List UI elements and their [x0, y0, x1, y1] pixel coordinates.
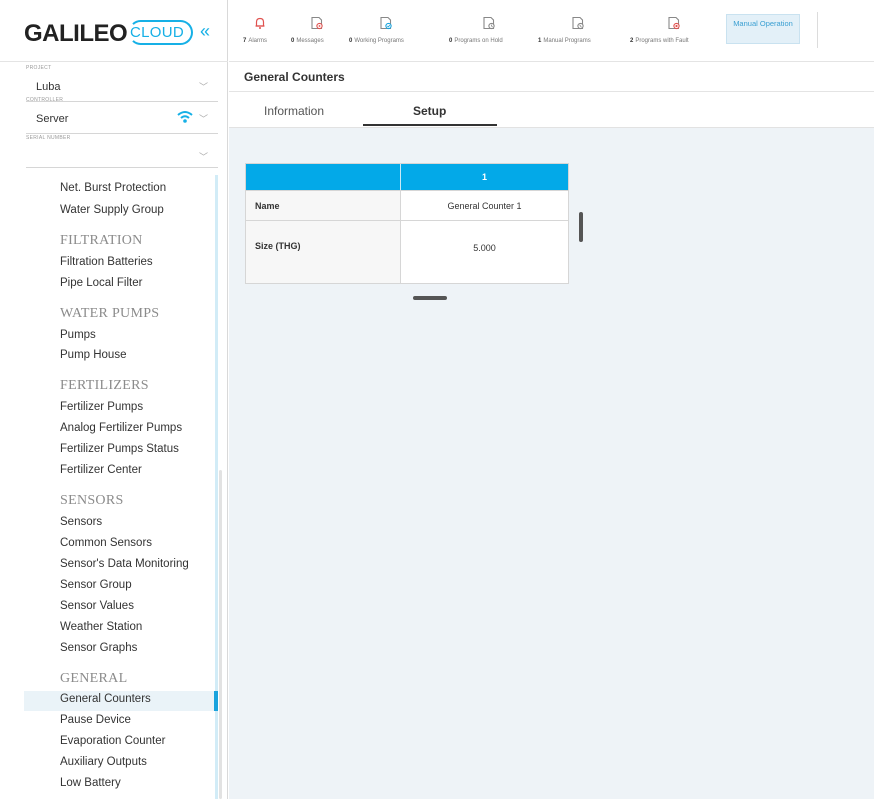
manual-operation-button[interactable]: Manual Operation	[726, 14, 800, 44]
grid-horizontal-scrollbar[interactable]	[413, 296, 447, 300]
sidebar-item-fertilizer-pumps-status[interactable]: Fertilizer Pumps Status	[60, 443, 179, 455]
sidebar-item-pumps[interactable]: Pumps	[60, 329, 96, 341]
brand-product: CLOUD	[130, 24, 185, 41]
sidebar-group-general: GENERAL	[60, 671, 128, 686]
messages-count: 0	[291, 38, 295, 44]
sidebar-group-water-pumps: WATER PUMPS	[60, 306, 160, 321]
sidebar-group-fertilizers: FERTILIZERS	[60, 378, 149, 393]
table-row: Size (THG) 5.000	[246, 220, 568, 283]
working-programs-count: 0	[349, 38, 353, 44]
controller-select[interactable]: CONTROLLER Server ﹀	[26, 97, 218, 134]
sidebar-item-sensors-data-monitoring[interactable]: Sensor's Data Monitoring	[60, 558, 189, 570]
grid-column-header: 1	[400, 164, 568, 190]
manual-programs-count: 1	[538, 38, 542, 44]
sidebar-item-fertilizer-pumps[interactable]: Fertilizer Pumps	[60, 401, 143, 413]
sidebar-group-sensors: SENSORS	[60, 493, 124, 508]
programs-with-fault-count: 2	[630, 38, 634, 44]
active-item-indicator	[214, 691, 218, 711]
sidebar-item-net-burst-protection[interactable]: Net. Burst Protection	[60, 182, 166, 194]
table-row: Name General Counter 1	[246, 190, 568, 220]
programs-on-hold-status[interactable]: 0 Programs on Hold	[449, 0, 529, 62]
tab-bar: Information Setup	[229, 92, 874, 128]
messages-status[interactable]: 0 Messages	[291, 0, 345, 62]
programs-on-hold-count: 0	[449, 38, 453, 44]
chevron-down-icon: ﹀	[198, 152, 208, 162]
manual-programs-label: Manual Programs	[543, 38, 591, 44]
program-working-icon	[380, 16, 392, 30]
collapse-sidebar-icon[interactable]: «	[200, 21, 210, 42]
serial-number-label: SERIAL NUMBER	[26, 135, 71, 141]
controller-value: Server	[36, 113, 69, 125]
sidebar: GALILEO CLOUD « PROJECT Luba ﹀ CONTROLLE…	[0, 0, 228, 799]
working-programs-status[interactable]: 0 Working Programs	[349, 0, 425, 62]
sidebar-item-sensor-group[interactable]: Sensor Group	[60, 579, 132, 591]
programs-on-hold-label: Programs on Hold	[454, 38, 503, 44]
counter-size-cell[interactable]: 5.000	[400, 221, 568, 283]
program-manual-icon	[572, 16, 584, 30]
alarms-count: 7	[243, 38, 247, 44]
programs-with-fault-label: Programs with Fault	[635, 38, 689, 44]
sidebar-item-filtration-batteries[interactable]: Filtration Batteries	[60, 256, 153, 268]
logo-row: GALILEO CLOUD «	[0, 0, 228, 62]
row-label-size: Size (THG)	[246, 221, 400, 283]
manual-programs-status[interactable]: 1 Manual Programs	[538, 0, 618, 62]
sidebar-item-pipe-local-filter[interactable]: Pipe Local Filter	[60, 277, 142, 289]
sidebar-item-weather-station[interactable]: Weather Station	[60, 621, 142, 633]
tab-information[interactable]: Information	[264, 104, 324, 118]
wifi-icon	[177, 111, 193, 123]
message-icon	[311, 16, 323, 30]
serial-number-select[interactable]: SERIAL NUMBER ﹀	[26, 135, 218, 168]
sidebar-item-sensor-graphs[interactable]: Sensor Graphs	[60, 642, 137, 654]
working-programs-label: Working Programs	[354, 38, 404, 44]
sidebar-item-fertilizer-center[interactable]: Fertilizer Center	[60, 464, 142, 476]
topbar-divider	[817, 12, 818, 48]
project-label: PROJECT	[26, 65, 52, 71]
sidebar-item-low-battery[interactable]: Low Battery	[60, 777, 121, 789]
sidebar-item-water-supply-group[interactable]: Water Supply Group	[60, 204, 164, 216]
row-label-name: Name	[246, 191, 400, 220]
page-title: General Counters	[244, 70, 345, 84]
grid-header: 1	[246, 164, 568, 190]
messages-label: Messages	[296, 38, 324, 44]
sidebar-item-general-counters[interactable]: General Counters	[60, 693, 151, 705]
top-status-bar: 7 Alarms 0 Messages 0 Working Programs 0 Pro…	[229, 0, 874, 62]
brand-name: GALILEO	[24, 20, 128, 47]
sidebar-item-sensors[interactable]: Sensors	[60, 516, 102, 528]
project-value: Luba	[36, 81, 61, 93]
counter-name-cell[interactable]: General Counter 1	[400, 191, 568, 220]
sidebar-item-sensor-values[interactable]: Sensor Values	[60, 600, 134, 612]
grid-vertical-scrollbar[interactable]	[579, 212, 583, 242]
sidebar-item-common-sensors[interactable]: Common Sensors	[60, 537, 152, 549]
tab-setup[interactable]: Setup	[413, 104, 446, 118]
controller-label: CONTROLLER	[26, 97, 64, 103]
sidebar-item-analog-fertilizer-pumps[interactable]: Analog Fertilizer Pumps	[60, 422, 182, 434]
active-tab-underline	[363, 124, 497, 126]
program-fault-icon	[668, 16, 680, 30]
chevron-down-icon: ﹀	[198, 114, 208, 124]
programs-with-fault-status[interactable]: 2 Programs with Fault	[630, 0, 718, 62]
alarms-status[interactable]: 7 Alarms	[243, 0, 287, 62]
sidebar-group-filtration: FILTRATION	[60, 233, 143, 248]
sidebar-item-evaporation-counter[interactable]: Evaporation Counter	[60, 735, 165, 747]
alarms-label: Alarms	[248, 38, 268, 44]
chevron-down-icon: ﹀	[198, 82, 208, 92]
sidebar-item-auxiliary-outputs[interactable]: Auxiliary Outputs	[60, 756, 147, 768]
sidebar-item-pump-house[interactable]: Pump House	[60, 349, 126, 361]
bell-icon	[255, 17, 265, 29]
sidebar-scrollbar[interactable]	[219, 470, 222, 799]
counters-grid: 1 Name General Counter 1 Size (THG) 5.00…	[245, 163, 569, 284]
program-hold-icon	[483, 16, 495, 30]
sidebar-item-pause-device[interactable]: Pause Device	[60, 714, 131, 726]
